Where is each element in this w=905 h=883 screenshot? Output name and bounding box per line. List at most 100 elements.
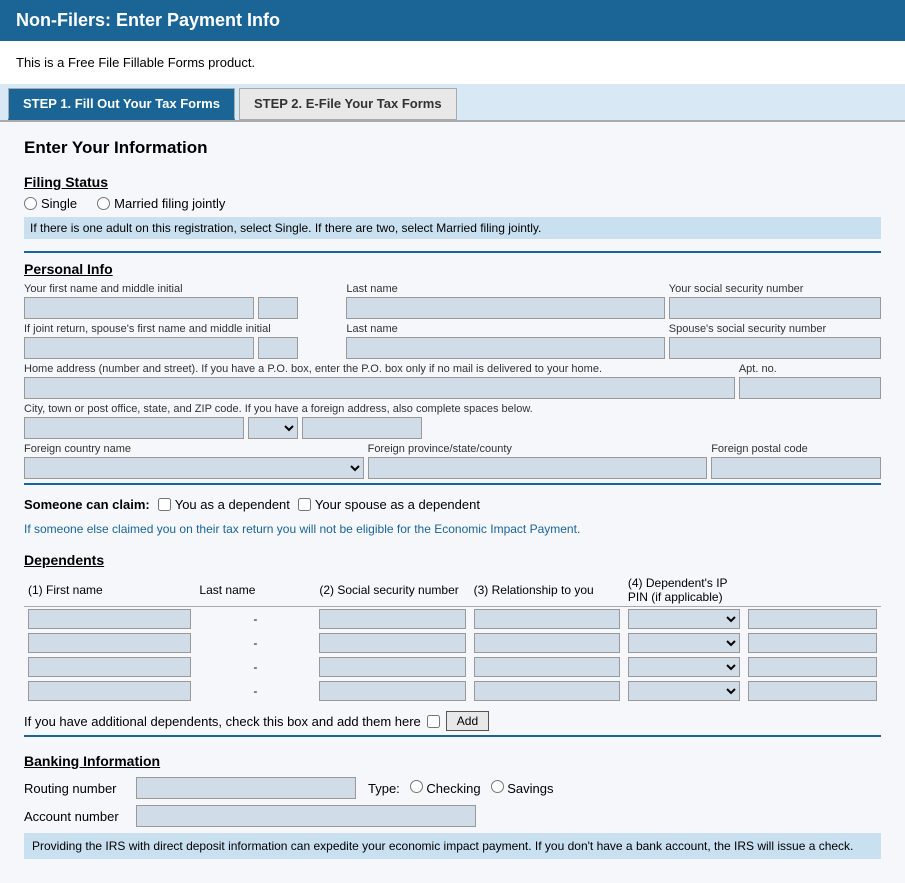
claim-spouse-checkbox[interactable] [298,498,311,511]
checking-label[interactable]: Checking [410,780,481,796]
dep-ssn-2[interactable] [474,633,620,653]
subtitle-text: This is a Free File Fillable Forms produ… [16,55,255,70]
dep-relationship-3[interactable] [628,657,740,677]
claim-you-text: You as a dependent [175,497,290,512]
radio-married[interactable]: Married filing jointly [97,196,225,211]
dep-lastname-4[interactable] [319,681,465,701]
savings-label[interactable]: Savings [491,780,554,796]
banking-section: Banking Information Routing number Type:… [24,753,881,859]
spouse-ssn-field: Spouse's social security number [669,323,881,359]
middle-initial-input[interactable] [258,297,298,319]
foreign-province-input[interactable] [368,457,708,479]
radio-single[interactable]: Single [24,196,77,211]
dep-col-ssn: (2) Social security number [315,574,469,607]
dep-relationship-1[interactable] [628,609,740,629]
tab-step1[interactable]: STEP 1. Fill Out Your Tax Forms [8,88,235,120]
dep-lastname-3[interactable] [319,657,465,677]
dep-relationship-2[interactable] [628,633,740,653]
dep-lastname-2[interactable] [319,633,465,653]
spouse-last-name-input[interactable] [346,337,664,359]
dep-firstname-1[interactable] [28,609,191,629]
filing-status-label: Filing Status [24,174,881,190]
spouse-middle-initial-input[interactable] [258,337,298,359]
ssn-input[interactable] [669,297,881,319]
dep-relationship-4[interactable] [628,681,740,701]
city-input[interactable] [24,417,244,439]
dep-firstname-2[interactable] [28,633,191,653]
city-state-zip-label: City, town or post office, state, and ZI… [24,403,881,415]
type-label: Type: [368,781,400,796]
routing-row: Routing number Type: Checking Savings [24,777,881,799]
personal-info-section: Personal Info Your first name and middle… [24,261,881,479]
dep-pin-4[interactable] [748,681,877,701]
savings-radio[interactable] [491,780,504,793]
dep-pin-2[interactable] [748,633,877,653]
claim-you-checkbox[interactable] [158,498,171,511]
claim-spouse-label[interactable]: Your spouse as a dependent [298,497,480,512]
dep-ssn-1[interactable] [474,609,620,629]
last-name-field: Last name [346,283,664,319]
savings-text: Savings [507,781,553,796]
banking-label: Banking Information [24,753,881,769]
first-name-input[interactable] [24,297,254,319]
page-subtitle: This is a Free File Fillable Forms produ… [0,41,905,84]
banking-info: Providing the IRS with direct deposit in… [24,833,881,859]
routing-input[interactable] [136,777,356,799]
dep-ssn-4[interactable] [474,681,620,701]
account-type-row: Type: Checking Savings [368,780,554,796]
account-input[interactable] [136,805,476,827]
foreign-postal-input[interactable] [711,457,881,479]
last-name-input[interactable] [346,297,664,319]
address-row: Home address (number and street). If you… [24,363,881,399]
dep-pin-3[interactable] [748,657,877,677]
account-row: Account number [24,805,881,827]
foreign-country-label: Foreign country name [24,443,364,455]
address-label: Home address (number and street). If you… [24,363,735,375]
spouse-first-name-label: If joint return, spouse's first name and… [24,323,342,335]
radio-married-input[interactable] [97,197,110,210]
name-row-1: Your first name and middle initial Last … [24,283,881,319]
radio-single-input[interactable] [24,197,37,210]
first-name-field: Your first name and middle initial [24,283,342,319]
dep-ssn-3[interactable] [474,657,620,677]
dep-row-2: - [24,631,881,655]
radio-single-label: Single [41,196,77,211]
add-dep-button[interactable]: Add [446,711,489,731]
foreign-country-select[interactable] [24,457,364,479]
tabs-bar: STEP 1. Fill Out Your Tax Forms STEP 2. … [0,84,905,122]
dep-row-1: - [24,607,881,632]
claim-row: Someone can claim: You as a dependent Yo… [24,491,881,518]
personal-info-divider [24,483,881,485]
apt-field: Apt. no. [739,363,881,399]
add-dep-checkbox[interactable] [427,715,440,728]
spouse-last-name-label: Last name [346,323,664,335]
dep-col-relationship: (3) Relationship to you [470,574,624,607]
foreign-province-field: Foreign province/state/county [368,443,708,479]
checking-radio[interactable] [410,780,423,793]
filing-status-section: Filing Status Single Married filing join… [24,174,881,253]
dep-firstname-4[interactable] [28,681,191,701]
section-title: Enter Your Information [24,138,881,158]
dep-lastname-1[interactable] [319,609,465,629]
checking-text: Checking [426,781,480,796]
spouse-first-name-input[interactable] [24,337,254,359]
dependents-section: Dependents (1) First name Last name (2) … [24,552,881,731]
state-select[interactable] [248,417,298,439]
tab-step2[interactable]: STEP 2. E-File Your Tax Forms [239,88,457,120]
radio-married-label: Married filing jointly [114,196,225,211]
zip-input[interactable] [302,417,422,439]
claim-you-label[interactable]: You as a dependent [158,497,290,512]
account-label: Account number [24,809,124,824]
dep-firstname-3[interactable] [28,657,191,677]
dep-pin-1[interactable] [748,609,877,629]
city-row: City, town or post office, state, and ZI… [24,403,881,439]
filing-status-hint: If there is one adult on this registrati… [24,217,881,239]
spouse-first-name-field: If joint return, spouse's first name and… [24,323,342,359]
page-header: Non-Filers: Enter Payment Info [0,0,905,41]
spouse-ssn-input[interactable] [669,337,881,359]
page-title: Non-Filers: Enter Payment Info [16,10,889,31]
address-input[interactable] [24,377,735,399]
apt-input[interactable] [739,377,881,399]
first-name-label: Your first name and middle initial [24,283,342,295]
filing-status-radio-row: Single Married filing jointly [24,196,881,211]
